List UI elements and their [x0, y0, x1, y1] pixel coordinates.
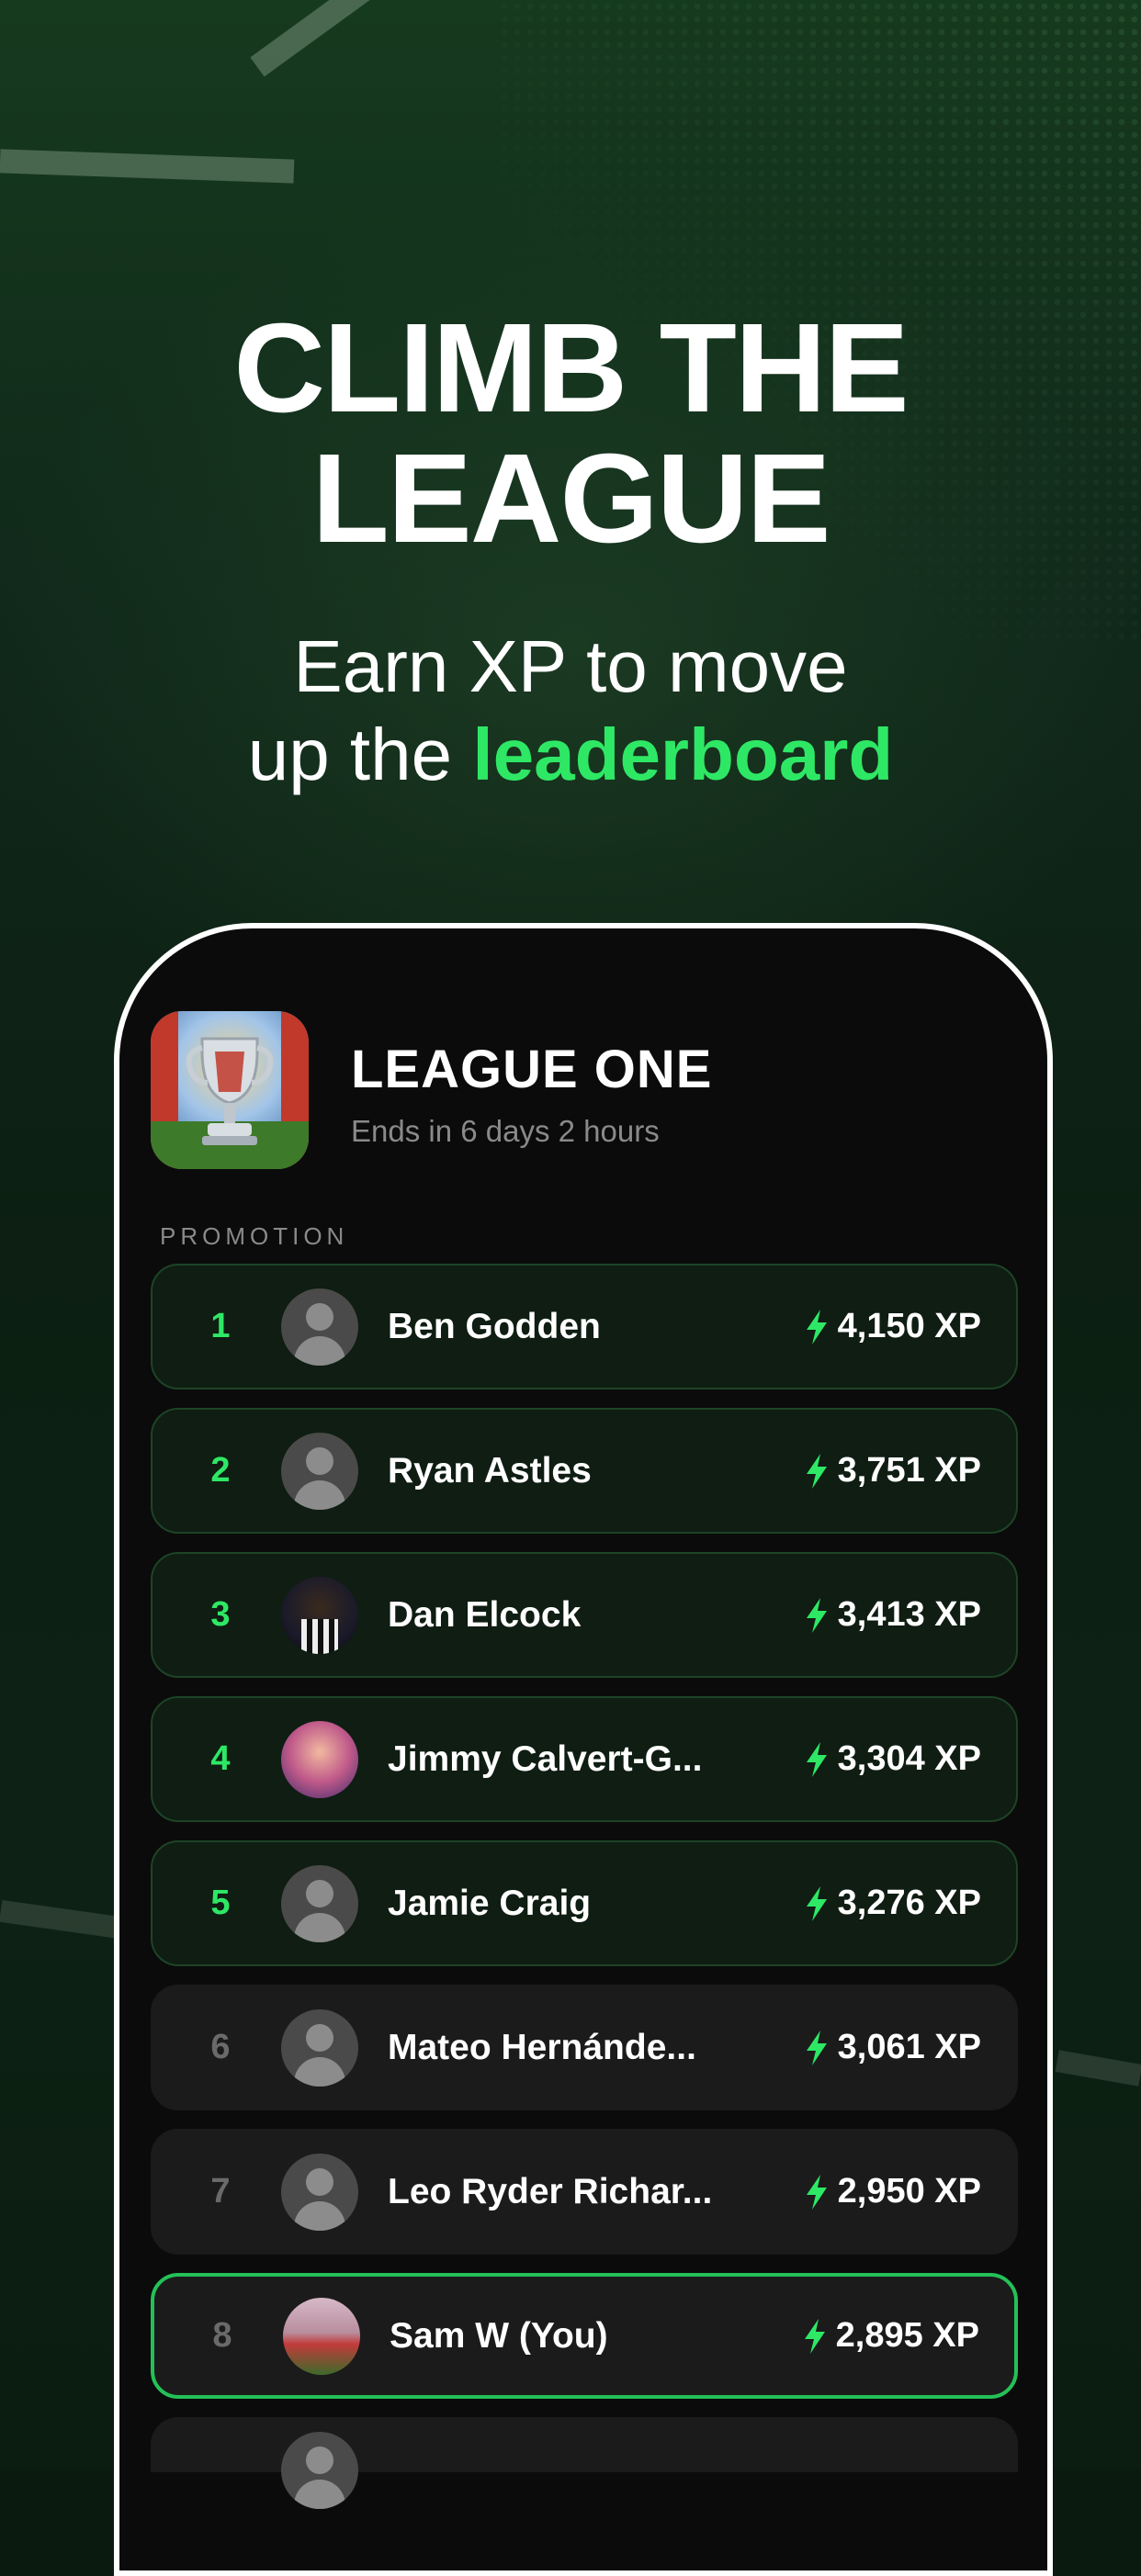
leaderboard-row-partial[interactable]: [151, 2417, 1018, 2509]
lightning-icon: [805, 1453, 829, 1489]
xp-value: 3,276 XP: [805, 1842, 981, 1964]
hero-subtitle-text: up the: [247, 714, 473, 795]
hero-subtitle: Earn XP to move up the leaderboard: [0, 623, 1141, 799]
xp-text: 3,304 XP: [837, 1739, 981, 1778]
league-header: LEAGUE ONE Ends in 6 days 2 hours: [151, 1011, 1016, 1172]
player-name: Mateo Hernánde...: [388, 2027, 696, 2067]
leaderboard-row[interactable]: 6 Mateo Hernánde... 3,061 XP: [151, 1985, 1018, 2110]
hero-title-line1: CLIMB THE: [233, 298, 909, 439]
xp-text: 3,276 XP: [837, 1884, 981, 1922]
trophy-icon: [151, 1011, 309, 1169]
rank-number: 6: [210, 2028, 231, 2066]
xp-value: 3,413 XP: [805, 1554, 981, 1676]
lightning-icon: [803, 2318, 827, 2354]
lightning-icon: [805, 2030, 829, 2065]
leaderboard-row[interactable]: 2 Ryan Astles 3,751 XP: [151, 1408, 1018, 1534]
lightning-icon: [805, 2174, 829, 2210]
player-name: Jamie Craig: [388, 1883, 592, 1923]
xp-text: 2,895 XP: [835, 2316, 979, 2355]
xp-value: 3,304 XP: [805, 1698, 981, 1820]
player-name: Sam W (You): [390, 2315, 608, 2356]
default-avatar-icon: [281, 1864, 358, 1942]
lightning-icon: [805, 1597, 829, 1633]
xp-text: 3,061 XP: [837, 2028, 981, 2066]
player-name: Jimmy Calvert-G...: [388, 1738, 703, 1779]
hero-subtitle-line2: up the leaderboard: [0, 711, 1141, 799]
leaderboard-list: 1 Ben Godden 4,150 XP 2 Ryan Astles 3,75…: [151, 1264, 1018, 2509]
avatar-photo: [281, 1576, 358, 1654]
rank-number: 2: [210, 1451, 231, 1490]
player-name: Ben Godden: [388, 1306, 601, 1346]
leaderboard-row[interactable]: 4 Jimmy Calvert-G... 3,304 XP: [151, 1696, 1018, 1822]
leaderboard-row[interactable]: 7 Leo Ryder Richar... 2,950 XP: [151, 2129, 1018, 2255]
xp-value: 4,150 XP: [805, 1266, 981, 1388]
league-countdown: Ends in 6 days 2 hours: [351, 1114, 660, 1148]
xp-value: 3,061 XP: [805, 1986, 981, 2109]
default-avatar-icon: [281, 1288, 358, 1366]
player-name: Dan Elcock: [388, 1594, 582, 1635]
section-label-promotion: PROMOTION: [160, 1222, 349, 1250]
rank-number: 7: [210, 2172, 231, 2210]
leaderboard-row[interactable]: 5 Jamie Craig 3,276 XP: [151, 1840, 1018, 1966]
leaderboard-row[interactable]: 1 Ben Godden 4,150 XP: [151, 1264, 1018, 1389]
xp-value: 2,950 XP: [805, 2131, 981, 2253]
hero-subtitle-line1: Earn XP to move: [293, 625, 848, 707]
lightning-icon: [805, 1741, 829, 1777]
lightning-icon: [805, 1309, 829, 1344]
player-name: Ryan Astles: [388, 1450, 592, 1490]
phone-frame: LEAGUE ONE Ends in 6 days 2 hours PROMOT…: [114, 923, 1053, 2576]
xp-text: 3,751 XP: [837, 1451, 981, 1490]
rank-number: 1: [210, 1307, 231, 1345]
avatar-photo: [281, 1720, 358, 1798]
xp-value: 2,895 XP: [803, 2277, 979, 2395]
player-name: Leo Ryder Richar...: [388, 2171, 713, 2211]
xp-text: 3,413 XP: [837, 1595, 981, 1634]
leaderboard-row-current-user[interactable]: 8 Sam W (You) 2,895 XP: [151, 2273, 1018, 2399]
lightning-icon: [805, 1885, 829, 1921]
default-avatar-icon: [281, 2153, 358, 2231]
xp-text: 2,950 XP: [837, 2172, 981, 2210]
hero-title-line2: LEAGUE: [311, 428, 830, 569]
hero-title: CLIMB THE LEAGUE: [0, 303, 1141, 564]
xp-text: 4,150 XP: [837, 1307, 981, 1345]
rank-number: 5: [210, 1884, 231, 1922]
default-avatar-icon: [281, 1432, 358, 1510]
default-avatar-icon: [281, 2432, 358, 2509]
xp-value: 3,751 XP: [805, 1410, 981, 1532]
leaderboard-row[interactable]: 3 Dan Elcock 3,413 XP: [151, 1552, 1018, 1678]
rank-number: 4: [210, 1739, 231, 1778]
default-avatar-icon: [281, 2008, 358, 2087]
avatar-photo: [283, 2297, 360, 2375]
league-title: LEAGUE ONE: [351, 1040, 713, 1099]
rank-number: 8: [212, 2316, 232, 2355]
rank-number: 3: [210, 1595, 231, 1634]
hero-subtitle-accent: leaderboard: [472, 714, 894, 795]
